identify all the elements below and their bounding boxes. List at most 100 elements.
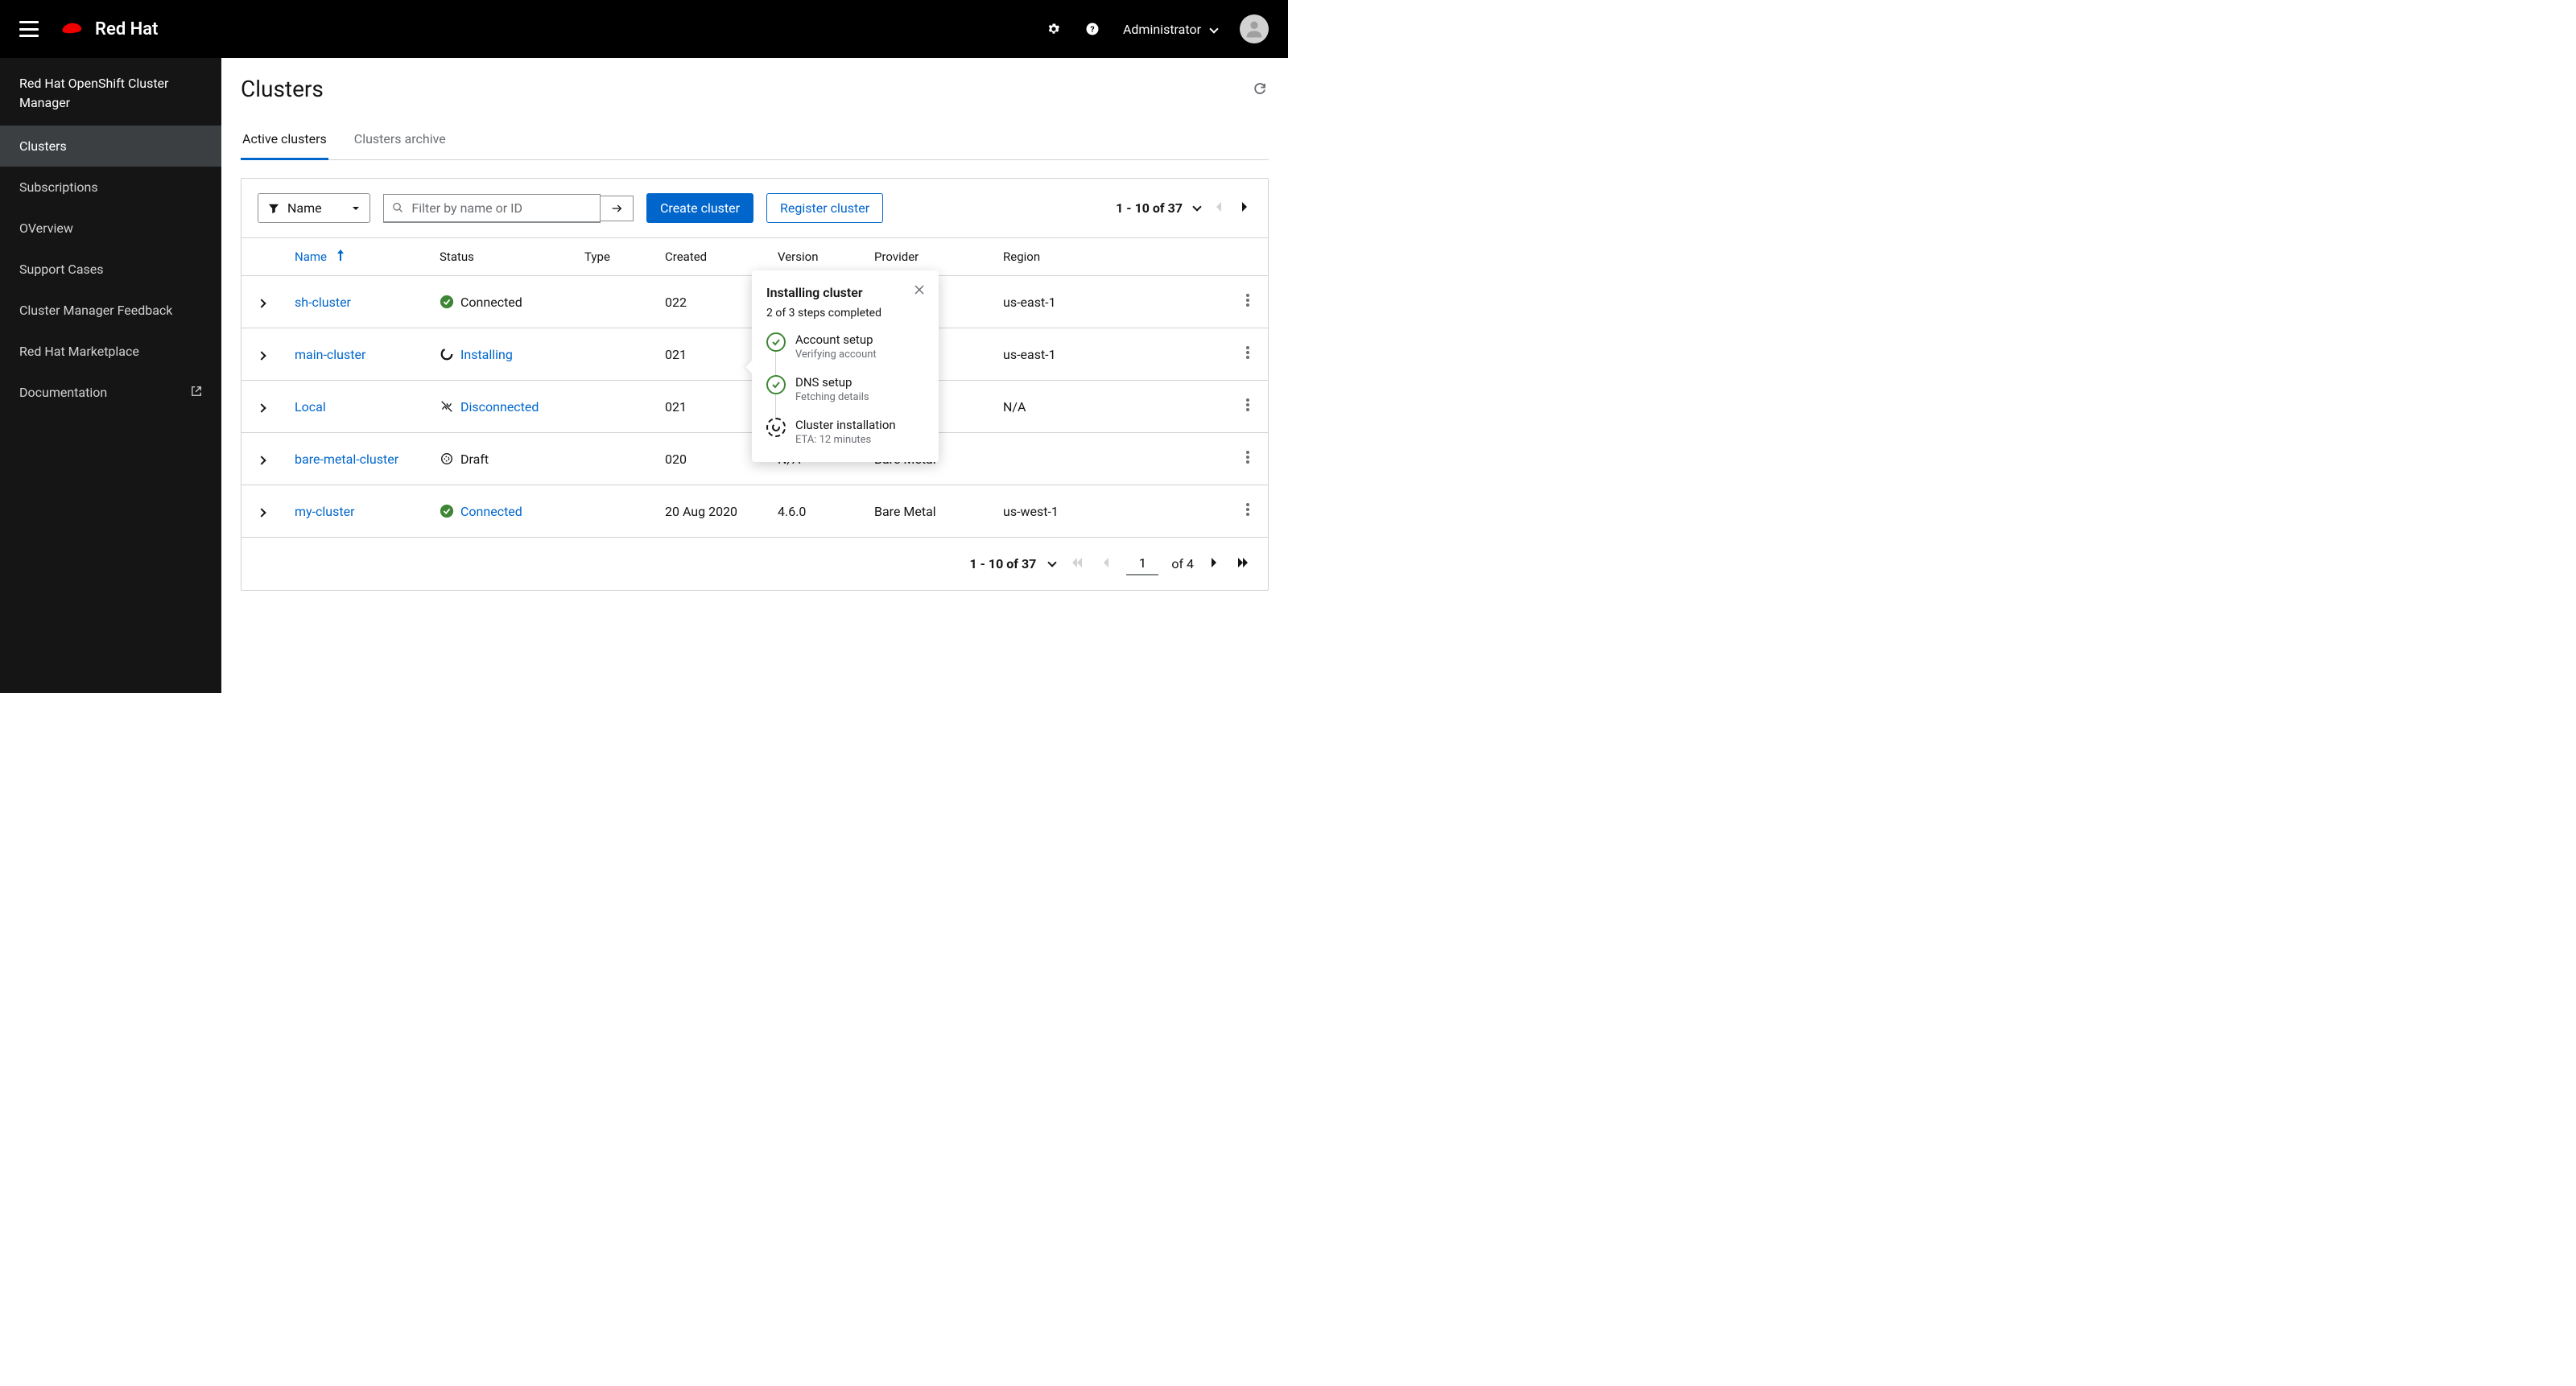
sidebar-item-red-hat-marketplace[interactable]: Red Hat Marketplace bbox=[0, 331, 221, 372]
kebab-icon bbox=[1246, 294, 1249, 307]
expand-row-button[interactable] bbox=[242, 328, 282, 381]
status-cell[interactable]: Disconnected bbox=[440, 399, 559, 415]
type-cell bbox=[572, 485, 652, 538]
table-row: my-clusterConnected20 Aug 20204.6.0Bare … bbox=[242, 485, 1268, 538]
sidebar-item-label: Documentation bbox=[19, 385, 107, 400]
chevron-right-icon bbox=[1241, 201, 1249, 212]
chevron-right-icon bbox=[1210, 557, 1218, 568]
step-desc: ETA: 12 minutes bbox=[795, 434, 896, 446]
step-desc: Verifying account bbox=[795, 349, 877, 361]
expand-row-button[interactable] bbox=[242, 485, 282, 538]
disconnected-icon bbox=[440, 399, 454, 414]
status-cell[interactable]: Installing bbox=[440, 347, 559, 362]
progress-step: Account setup Verifying account bbox=[766, 332, 924, 375]
refresh-button[interactable] bbox=[1253, 81, 1269, 97]
type-cell bbox=[572, 328, 652, 381]
svg-text:?: ? bbox=[1090, 24, 1094, 35]
popover-title: Installing cluster bbox=[766, 285, 863, 300]
page-prev-button[interactable] bbox=[1212, 197, 1226, 219]
search-icon bbox=[392, 201, 403, 214]
column-type[interactable]: Type bbox=[572, 238, 652, 276]
kebab-icon bbox=[1246, 398, 1249, 411]
expand-row-button[interactable] bbox=[242, 381, 282, 433]
status-cell[interactable]: Connected bbox=[440, 504, 559, 519]
redhat-logo-icon bbox=[58, 19, 87, 39]
page-size-caret-icon[interactable] bbox=[1192, 202, 1201, 211]
sidebar-item-subscriptions[interactable]: Subscriptions bbox=[0, 167, 221, 208]
page-last-button[interactable] bbox=[1234, 553, 1252, 575]
cluster-name-link[interactable]: Local bbox=[295, 399, 326, 415]
page-next-button[interactable] bbox=[1237, 197, 1252, 219]
top-bar: Red Hat ? Administrator bbox=[0, 0, 1288, 58]
sidebar-item-support-cases[interactable]: Support Cases bbox=[0, 249, 221, 290]
register-cluster-button[interactable]: Register cluster bbox=[766, 193, 883, 223]
column-region[interactable]: Region bbox=[990, 238, 1228, 276]
arrow-right-icon bbox=[610, 202, 623, 215]
page-next-button[interactable] bbox=[1207, 553, 1221, 575]
row-actions-button[interactable] bbox=[1228, 485, 1268, 538]
type-cell bbox=[572, 381, 652, 433]
draft-icon bbox=[440, 452, 454, 466]
settings-icon[interactable] bbox=[1046, 21, 1062, 37]
help-icon[interactable]: ? bbox=[1084, 21, 1100, 37]
search-submit-button[interactable] bbox=[601, 196, 634, 221]
sort-asc-icon bbox=[336, 250, 345, 261]
expand-row-button[interactable] bbox=[242, 276, 282, 328]
step-done-icon bbox=[766, 375, 786, 394]
cluster-name-link[interactable]: main-cluster bbox=[295, 347, 365, 362]
filter-field-select[interactable]: Name bbox=[258, 193, 370, 223]
page-prev-button[interactable] bbox=[1099, 553, 1113, 575]
pagination-bottom-label: 1 - 10 of 37 bbox=[969, 556, 1036, 571]
row-actions-button[interactable] bbox=[1228, 433, 1268, 485]
tab-active-clusters[interactable]: Active clusters bbox=[241, 123, 328, 160]
row-actions-button[interactable] bbox=[1228, 276, 1268, 328]
refresh-icon bbox=[1253, 81, 1267, 96]
row-actions-button[interactable] bbox=[1228, 381, 1268, 433]
chevron-left-icon bbox=[1102, 557, 1110, 568]
progress-step: DNS setupFetching details bbox=[766, 375, 924, 418]
step-title: Account setup bbox=[795, 332, 877, 347]
sidebar-item-label: Clusters bbox=[19, 138, 67, 154]
menu-toggle-button[interactable] bbox=[19, 21, 39, 37]
status-cell: Draft bbox=[440, 452, 559, 467]
sidebar-item-label: Red Hat Marketplace bbox=[19, 344, 139, 359]
check-circle-icon bbox=[440, 295, 454, 309]
page-number-input[interactable] bbox=[1126, 552, 1158, 575]
region-cell: us-west-1 bbox=[990, 485, 1228, 538]
pagination-bottom: 1 - 10 of 37 of 4 bbox=[242, 537, 1268, 590]
column-created[interactable]: Created bbox=[652, 238, 765, 276]
create-cluster-button[interactable]: Create cluster bbox=[646, 193, 753, 223]
page-first-button[interactable] bbox=[1068, 553, 1086, 575]
search-input[interactable] bbox=[411, 200, 592, 216]
row-actions-button[interactable] bbox=[1228, 328, 1268, 381]
tab-clusters-archive[interactable]: Clusters archive bbox=[353, 123, 448, 160]
avatar[interactable] bbox=[1240, 14, 1269, 43]
column-name[interactable]: Name bbox=[282, 238, 427, 276]
cluster-name-link[interactable]: sh-cluster bbox=[295, 295, 351, 310]
search-input-wrap bbox=[383, 194, 601, 223]
external-link-icon bbox=[191, 385, 202, 400]
cluster-name-link[interactable]: my-cluster bbox=[295, 504, 355, 519]
installing-popover: Installing cluster 2 of 3 steps complete… bbox=[752, 270, 939, 462]
region-cell: N/A bbox=[990, 381, 1228, 433]
sidebar-item-overview[interactable]: OVerview bbox=[0, 208, 221, 249]
kebab-icon bbox=[1246, 503, 1249, 516]
caret-down-icon bbox=[1209, 24, 1218, 33]
popover-close-button[interactable] bbox=[914, 285, 924, 298]
page-total-label: of 4 bbox=[1171, 556, 1194, 571]
sidebar-item-cluster-manager-feedback[interactable]: Cluster Manager Feedback bbox=[0, 290, 221, 331]
sidebar-item-label: OVerview bbox=[19, 221, 73, 236]
sidebar-title: Red Hat OpenShift Cluster Manager bbox=[0, 58, 221, 126]
sidebar-item-label: Cluster Manager Feedback bbox=[19, 303, 172, 318]
user-menu[interactable]: Administrator bbox=[1123, 22, 1217, 37]
cluster-name-link[interactable]: bare-metal-cluster bbox=[295, 452, 398, 467]
expand-row-button[interactable] bbox=[242, 433, 282, 485]
kebab-icon bbox=[1246, 451, 1249, 464]
column-status[interactable]: Status bbox=[427, 238, 572, 276]
page-size-caret-icon[interactable] bbox=[1048, 558, 1057, 567]
check-circle-icon bbox=[440, 504, 454, 518]
sidebar-item-clusters[interactable]: Clusters bbox=[0, 126, 221, 167]
sidebar-item-documentation[interactable]: Documentation bbox=[0, 372, 221, 413]
status-cell: Connected bbox=[440, 295, 559, 310]
popover-subtitle: 2 of 3 steps completed bbox=[766, 307, 924, 320]
